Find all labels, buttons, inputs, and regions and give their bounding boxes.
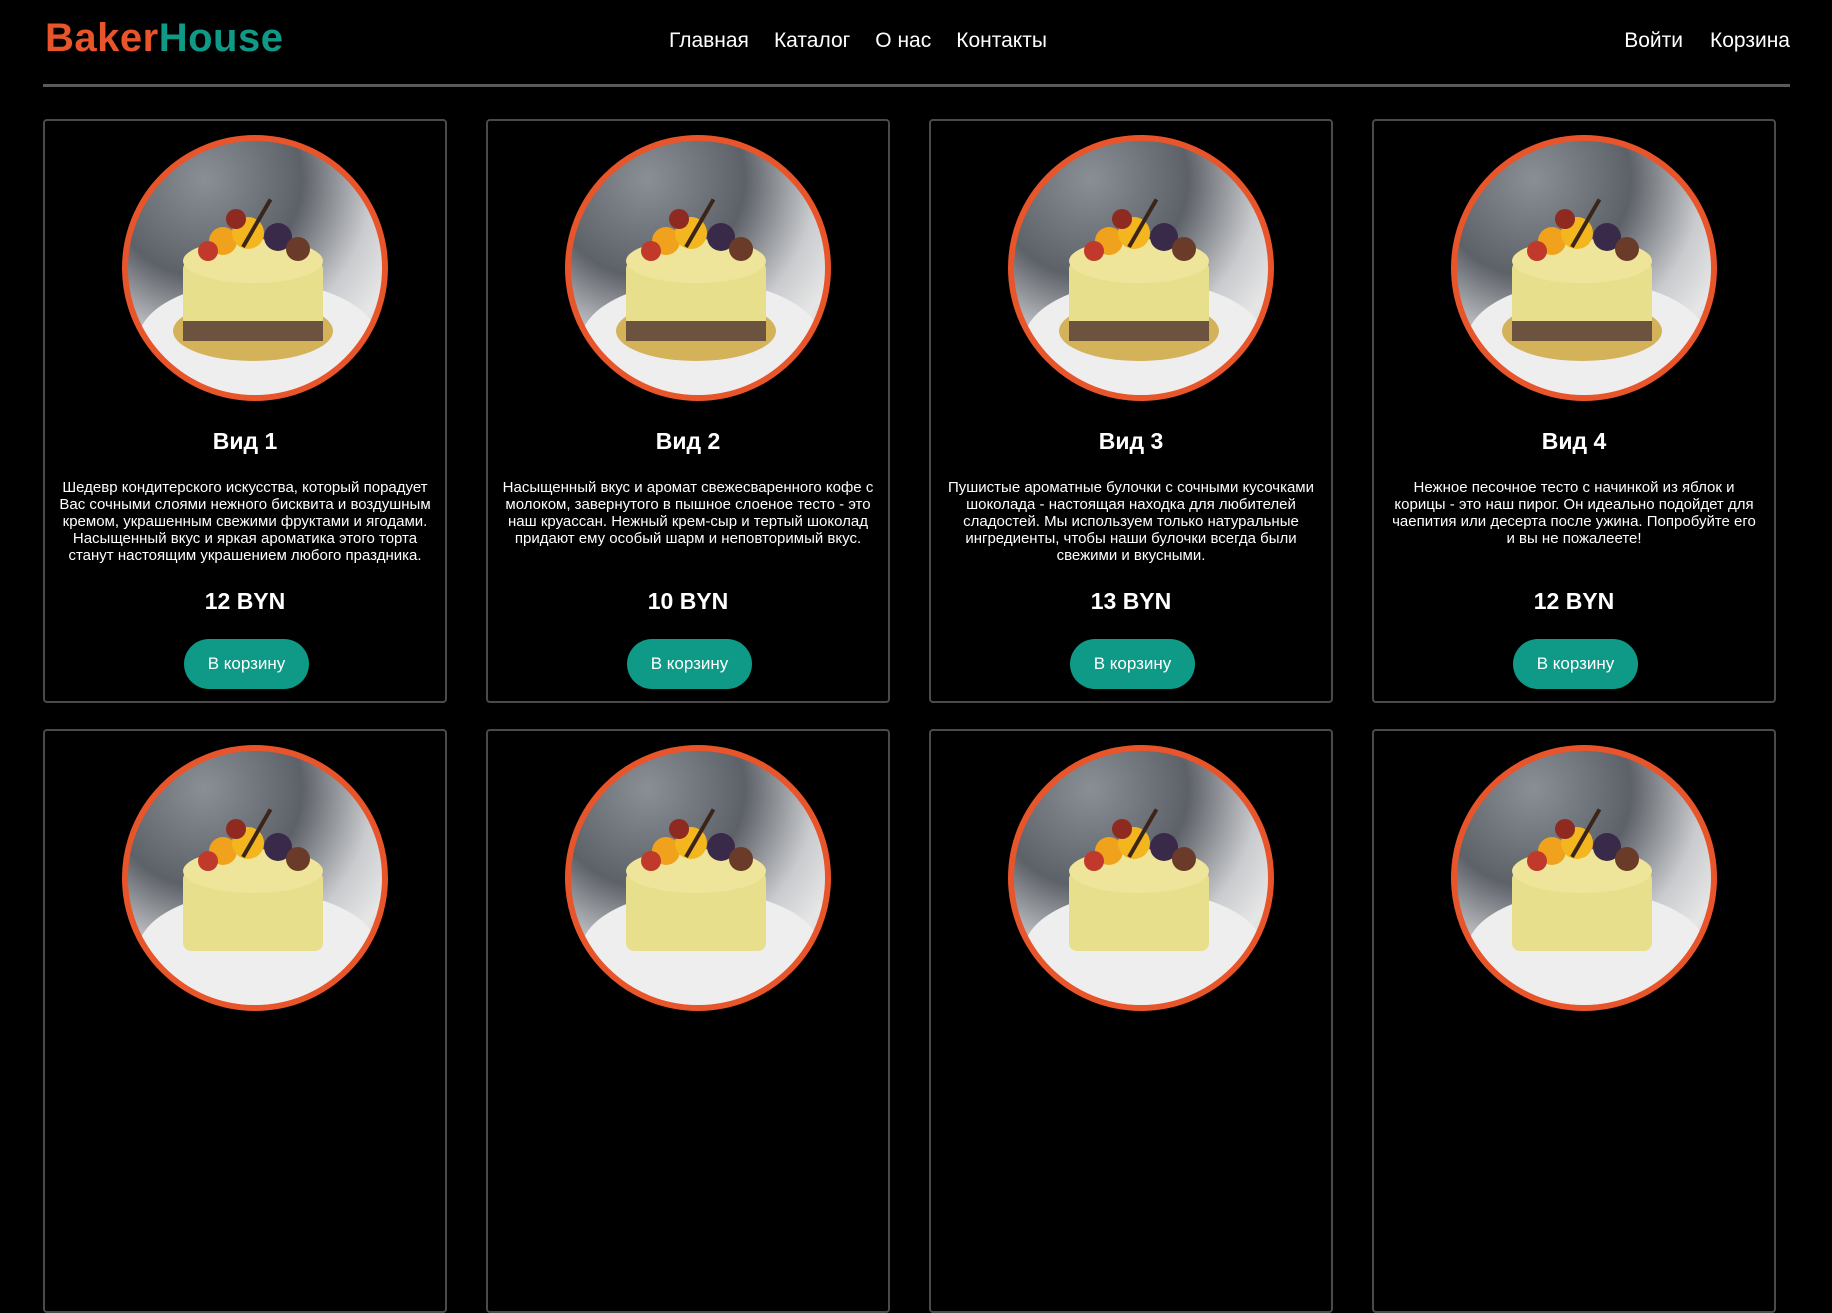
brand-logo[interactable]: BakerHouse	[45, 14, 283, 62]
product-photo	[1451, 135, 1717, 401]
cake-image-icon	[1467, 808, 1707, 1005]
product-card: Вид 2 Насыщенный вкус и аромат свежесвар…	[486, 119, 890, 703]
product-price: 12 BYN	[1533, 588, 1615, 614]
product-card	[1372, 729, 1776, 1313]
nav-item-about[interactable]: О нас	[875, 28, 931, 54]
main-nav: Главная Каталог О нас Контакты	[669, 28, 1047, 54]
brand-logo-part2: House	[158, 16, 284, 60]
add-to-cart-button[interactable]: В корзину	[1070, 639, 1195, 689]
product-description: Насыщенный вкус и аромат свежесваренного…	[502, 479, 874, 547]
nav-item-catalog[interactable]: Каталог	[774, 28, 850, 54]
product-photo	[565, 745, 831, 1011]
brand-logo-part1: Baker	[45, 16, 159, 60]
cake-image-icon	[1467, 198, 1707, 395]
nav-item-contacts[interactable]: Контакты	[956, 28, 1047, 54]
product-description: Пушистые ароматные булочки с сочными кус…	[947, 479, 1314, 564]
product-photo	[1008, 135, 1274, 401]
user-nav: Войти Корзина	[1624, 28, 1790, 54]
product-description: Нежное песочное тесто с начинкой из ябло…	[1392, 479, 1756, 547]
product-title: Вид 3	[1098, 428, 1164, 454]
product-price: 13 BYN	[1090, 588, 1172, 614]
cake-image-icon	[581, 198, 821, 395]
add-to-cart-button[interactable]: В корзину	[184, 639, 309, 689]
cart-link[interactable]: Корзина	[1710, 28, 1790, 54]
product-price: 10 BYN	[647, 588, 729, 614]
site-header: BakerHouse Главная Каталог О нас Контакт…	[43, 0, 1790, 87]
product-card	[43, 729, 447, 1313]
product-title: Вид 1	[212, 428, 278, 454]
product-photo	[565, 135, 831, 401]
product-title: Вид 4	[1541, 428, 1607, 454]
product-grid: Вид 1 Шедевр кондитерского искусства, ко…	[43, 119, 1776, 1313]
cake-image-icon	[581, 808, 821, 1005]
add-to-cart-button[interactable]: В корзину	[1513, 639, 1638, 689]
product-description: Шедевр кондитерского искусства, который …	[59, 479, 431, 564]
cake-image-icon	[138, 198, 378, 395]
product-photo	[1008, 745, 1274, 1011]
product-card: Вид 1 Шедевр кондитерского искусства, ко…	[43, 119, 447, 703]
product-title: Вид 2	[655, 428, 721, 454]
product-card	[486, 729, 890, 1313]
product-photo	[122, 135, 388, 401]
cake-image-icon	[138, 808, 378, 1005]
cake-image-icon	[1024, 198, 1264, 395]
product-photo	[122, 745, 388, 1011]
product-card: Вид 3 Пушистые ароматные булочки с сочны…	[929, 119, 1333, 703]
nav-item-home[interactable]: Главная	[669, 28, 749, 54]
product-card: Вид 4 Нежное песочное тесто с начинкой и…	[1372, 119, 1776, 703]
product-price: 12 BYN	[204, 588, 286, 614]
product-card	[929, 729, 1333, 1313]
product-photo	[1451, 745, 1717, 1011]
login-link[interactable]: Войти	[1624, 28, 1683, 54]
cake-image-icon	[1024, 808, 1264, 1005]
add-to-cart-button[interactable]: В корзину	[627, 639, 752, 689]
